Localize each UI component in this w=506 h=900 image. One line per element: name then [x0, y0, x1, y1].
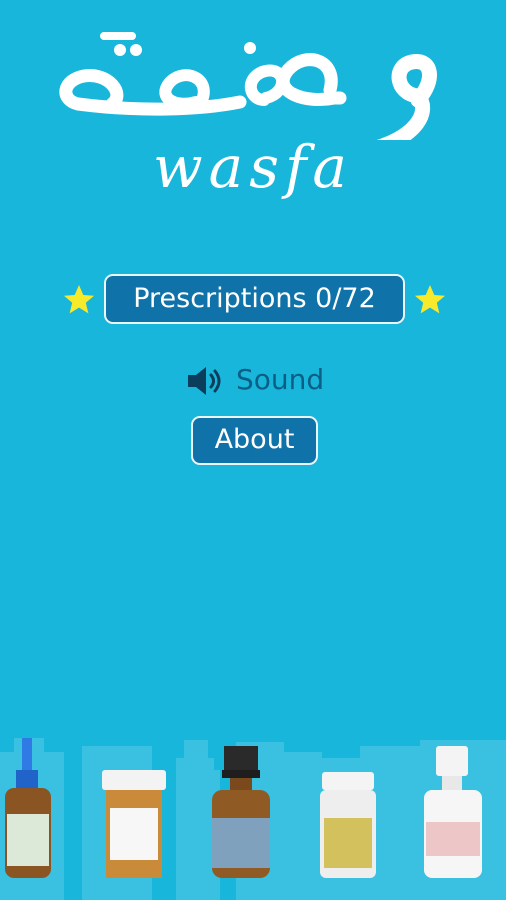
bottles-shelf	[0, 738, 506, 900]
star-icon	[415, 285, 445, 314]
about-button[interactable]: About	[191, 416, 318, 465]
speaker-icon	[188, 367, 221, 395]
prescriptions-button[interactable]: Prescriptions 0/72	[104, 274, 405, 324]
game-logo: wasfa	[0, 0, 506, 230]
logo-latin-text: wasfa	[152, 133, 354, 201]
star-icon	[64, 285, 94, 314]
logo-arabic-calligraphy	[59, 32, 437, 158]
sound-label: Sound	[236, 363, 325, 396]
yellow-bottle	[320, 772, 376, 878]
pill-jar	[102, 770, 166, 878]
